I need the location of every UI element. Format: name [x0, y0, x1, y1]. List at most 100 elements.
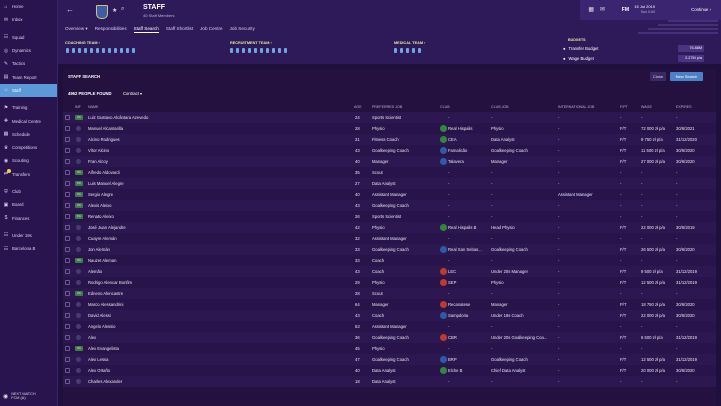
staff-name[interactable]: Nauzet Aleman — [88, 255, 348, 266]
row-checkbox[interactable] — [65, 192, 70, 197]
table-row[interactable]: Alcino Rodrigues 31 Fitness Coach CEA Data A… — [63, 134, 716, 145]
staff-name[interactable]: José Juan Alejandre — [88, 222, 348, 233]
table-row[interactable]: Vítor Alcino 43 Goalkeeping Coach Famalicão… — [63, 145, 716, 156]
recruitment-team-link[interactable]: RECRUITMENT TEAM › — [230, 41, 272, 45]
sidebar-item-team-report[interactable]: ▤ Team Report — [0, 70, 57, 83]
row-checkbox[interactable] — [65, 313, 70, 318]
staff-name[interactable]: Alex Lessa — [88, 354, 348, 365]
star-icon[interactable]: ★ — [112, 7, 117, 14]
staff-name[interactable]: Alex Ortaño — [88, 365, 348, 376]
sidebar-item-competitions[interactable]: ♛ Competitions — [0, 141, 57, 154]
tab-job-centre[interactable]: Job Centre — [200, 26, 222, 33]
table-row[interactable]: PA Alex Evangelista 45 Physio - - - - - - — [63, 343, 716, 354]
staff-name[interactable]: Alexis Aleixo — [88, 200, 348, 211]
tab-overview[interactable]: Overview ▾ — [65, 26, 88, 33]
row-checkbox[interactable] — [65, 258, 70, 263]
col-wage[interactable]: WAGE — [641, 103, 652, 111]
col-inf[interactable]: INF — [75, 103, 81, 111]
table-row[interactable]: Jon Alemán 33 Goalkeeping Coach Real San Se… — [63, 244, 716, 255]
row-checkbox[interactable] — [65, 203, 70, 208]
staff-name[interactable]: Rodrigo Alencar Bonfim — [88, 277, 348, 288]
row-checkbox[interactable] — [65, 170, 70, 175]
sidebar-item-scouting[interactable]: ◉ Scouting — [0, 154, 57, 167]
staff-name[interactable]: Alfredo Aldovardi — [88, 167, 348, 178]
sidebar-item-tactics[interactable]: ✎ Tactics — [0, 57, 57, 70]
medical-team-link[interactable]: MEDICAL TEAM › — [394, 41, 425, 45]
table-row[interactable]: Alemão 43 Coach LEC Under 20s Manager - F/T 9 5… — [63, 266, 716, 277]
staff-name[interactable]: Alcino Rodrigues — [88, 134, 348, 145]
tab-responsibilities[interactable]: Responsibilities — [95, 26, 127, 33]
sidebar-item-under-19s[interactable]: ☷ Under 19s — [0, 229, 57, 242]
staff-name[interactable]: Edneno Alencastre — [88, 288, 348, 299]
col-international-job[interactable]: INTERNATIONAL JOB — [558, 103, 594, 111]
sidebar-item-finances[interactable]: $ Finances — [0, 211, 57, 224]
staff-name[interactable]: David Alessi — [88, 310, 348, 321]
sidebar-item-schedule[interactable]: ▦ Schedule — [0, 128, 57, 141]
sidebar-item-board[interactable]: ▣ Board — [0, 198, 57, 211]
table-row[interactable]: Marco Alessandrini 64 Manager Recanatese Man… — [63, 299, 716, 310]
staff-name[interactable]: Marco Alessandrini — [88, 299, 348, 310]
staff-name[interactable]: Vítor Alcino — [88, 145, 348, 156]
sidebar-item-home[interactable]: ⌂ Home — [0, 0, 57, 13]
row-checkbox[interactable] — [65, 280, 70, 285]
row-checkbox[interactable] — [65, 302, 70, 307]
table-row[interactable]: PA Luis Manuel Alegre 27 Data Analyst - - - - - - — [63, 178, 716, 189]
col-name[interactable]: NAME — [88, 103, 98, 111]
row-checkbox[interactable] — [65, 379, 70, 384]
table-row[interactable]: PA Nauzet Aleman 33 Coach - - - - - - — [63, 255, 716, 266]
next-match-widget[interactable]: ◉ NEXT MATCH FCM (A) — [0, 386, 58, 406]
staff-name[interactable]: Alex Evangelista — [88, 343, 348, 354]
table-row[interactable]: PA Renato Aleixo 26 Sports Scientist - - - - - - — [63, 211, 716, 222]
search-icon[interactable]: ⌕ — [121, 6, 124, 13]
club-crest-icon[interactable] — [96, 5, 108, 19]
table-row[interactable]: Alex 36 Goalkeeping Coach CBR Under 20s Goal… — [63, 332, 716, 343]
tab-staff-search[interactable]: Staff Search — [133, 26, 159, 33]
coaching-team-link[interactable]: COACHING TEAM › — [65, 41, 100, 45]
staff-name[interactable]: Sergio Alegre — [88, 189, 348, 200]
tab-job-security[interactable]: Job Security — [230, 26, 255, 33]
fm-logo[interactable]: FM — [622, 7, 629, 13]
row-checkbox[interactable] — [65, 346, 70, 351]
table-row[interactable]: PA Edneno Alencastre 28 Scout - - - - - - — [63, 288, 716, 299]
table-row[interactable]: Rodrigo Alencar Bonfim 29 Physio SEP Physio -… — [63, 277, 716, 288]
row-checkbox[interactable] — [65, 368, 70, 373]
row-checkbox[interactable] — [65, 357, 70, 362]
new-search-button[interactable]: New Search — [670, 72, 703, 81]
col-ft-pt[interactable]: F/PT — [620, 103, 628, 111]
staff-name[interactable]: Fran Alcoy — [88, 156, 348, 167]
table-row[interactable]: Manuel Alcantarilla 28 Physio Real Hispalis… — [63, 123, 716, 134]
table-row[interactable]: Angelo Alessio 53 Assistant Manager - - - - - - — [63, 321, 716, 332]
table-row[interactable]: David Alessi 43 Coach Sampdoria Under 18s Co… — [63, 310, 716, 321]
table-row[interactable]: Charles Alexander 18 Data Analyst - - - - - - — [63, 376, 716, 387]
close-button[interactable]: Close — [650, 72, 666, 81]
sidebar-item-dynamics[interactable]: ◎ Dynamics — [0, 44, 57, 57]
sidebar-item-barcelona-b[interactable]: ☷ Barcelona B — [0, 242, 57, 255]
staff-name[interactable]: Alemão — [88, 266, 348, 277]
sidebar-item-transfers[interactable]: ⇄ Transfers — [0, 168, 57, 181]
tab-staff-shortlist[interactable]: Staff Shortlist — [166, 26, 193, 33]
table-row[interactable]: José Juan Alejandre 42 Physio Real Hispalis… — [63, 222, 716, 233]
staff-name[interactable]: Cuayre Alemán — [88, 233, 348, 244]
col-preferred-job[interactable]: PREFERRED JOB — [372, 103, 402, 111]
sidebar-item-inbox[interactable]: ✉ Inbox — [0, 13, 57, 26]
table-row[interactable]: PA Sergio Alegre 40 Assistant Manager - - Assi… — [63, 189, 716, 200]
row-checkbox[interactable] — [65, 247, 70, 252]
sidebar-item-staff[interactable]: ☺ Staff — [0, 83, 57, 98]
table-row[interactable]: Cuayre Alemán 32 Assistant Manager - - - - - - — [63, 233, 716, 244]
row-checkbox[interactable] — [65, 225, 70, 230]
row-checkbox[interactable] — [65, 181, 70, 186]
staff-name[interactable]: Jon Alemán — [88, 244, 348, 255]
sidebar-item-squad[interactable]: ☷ Squad — [0, 31, 57, 44]
row-checkbox[interactable] — [65, 214, 70, 219]
staff-name[interactable]: Alex — [88, 332, 348, 343]
table-row[interactable]: PA Alfredo Aldovardi 35 Scout - - - - - - — [63, 167, 716, 178]
row-checkbox[interactable] — [65, 269, 70, 274]
staff-name[interactable]: Charles Alexander — [88, 376, 348, 387]
row-checkbox[interactable] — [65, 236, 70, 241]
sidebar-item-medical-centre[interactable]: ✚ Medical Centre — [0, 114, 57, 127]
staff-name[interactable]: Luis Manuel Alegre — [88, 178, 348, 189]
back-arrow-icon[interactable]: ← — [66, 5, 74, 14]
staff-name[interactable]: Manuel Alcantarilla — [88, 123, 348, 134]
calendar-icon[interactable]: ▦ — [588, 6, 594, 13]
row-checkbox[interactable] — [65, 291, 70, 296]
